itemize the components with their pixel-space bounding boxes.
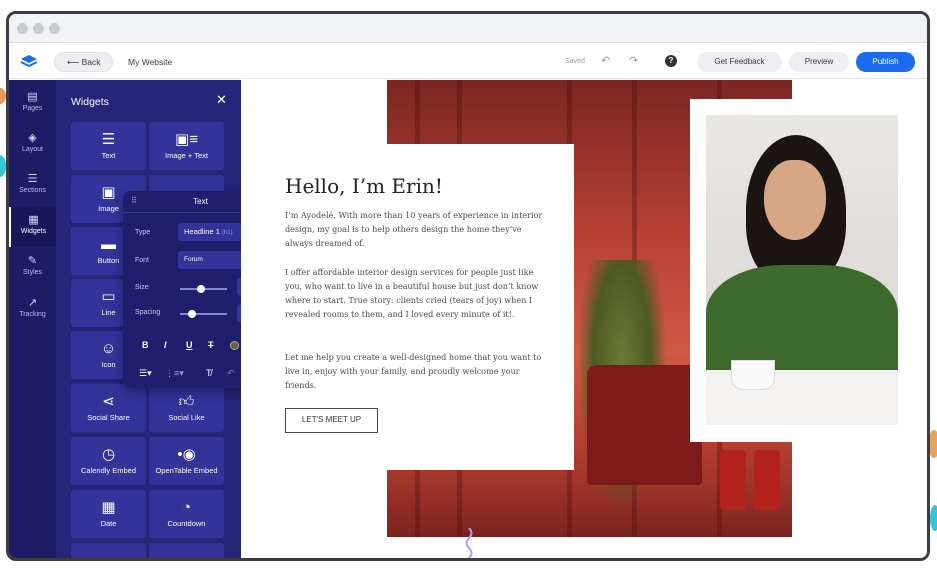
- intro-card: Hello, I’m Erin! I’m Ayodelé. With more …: [274, 144, 574, 470]
- window-chrome: [9, 14, 927, 43]
- type-label: Type: [135, 229, 151, 236]
- decor-teal-blob-right: [930, 505, 937, 531]
- panel-title: Widgets: [71, 96, 109, 108]
- widget-tile-text[interactable]: ☰ Text: [71, 122, 146, 170]
- widget-tile-partial[interactable]: [71, 543, 146, 558]
- rail-item-sections[interactable]: ☰ Sections: [9, 172, 56, 194]
- side-table-shape: [720, 450, 746, 510]
- back-button[interactable]: ⟵ Back: [54, 52, 114, 72]
- rail-item-styles[interactable]: ✎ Styles: [9, 254, 56, 276]
- arrow-left-icon: ⟵: [67, 57, 80, 67]
- opentable-icon: •◉: [177, 446, 196, 463]
- date-icon: ▦: [101, 499, 116, 516]
- calendar-clock-icon: ◷: [101, 446, 116, 463]
- rail-item-pages[interactable]: ▤ Pages: [9, 90, 56, 112]
- type-select-hint: (h1): [221, 230, 233, 236]
- app-logo-icon[interactable]: [20, 54, 38, 73]
- portrait-frame: [690, 99, 921, 442]
- window-dot-minimize[interactable]: [33, 23, 44, 34]
- widget-tile-social-share[interactable]: ⋖ Social Share: [71, 384, 146, 432]
- sections-icon: ☰: [27, 173, 38, 185]
- widget-tile-social-like[interactable]: 👍︎ Social Like: [149, 384, 224, 432]
- redo-icon[interactable]: ↷: [629, 54, 638, 67]
- widget-tile-calendly-embed[interactable]: ◷ Calendly Embed: [71, 437, 146, 485]
- help-icon[interactable]: ?: [665, 55, 677, 67]
- window-dot-maximize[interactable]: [49, 23, 60, 34]
- meet-up-button[interactable]: LET'S MEET UP: [285, 408, 378, 433]
- countdown-icon: ◔: [181, 499, 192, 516]
- widget-tile-image-text[interactable]: ▣≡ Image + Text: [149, 122, 224, 170]
- styles-icon: ✎: [27, 255, 38, 267]
- widget-tile-partial[interactable]: [149, 543, 224, 558]
- page-canvas: Hello, I’m Erin! I’m Ayodelé. With more …: [241, 80, 927, 558]
- intro-paragraph[interactable]: I offer affordable interior design servi…: [285, 265, 550, 321]
- pages-icon: ▤: [27, 91, 38, 103]
- spacing-slider[interactable]: [180, 310, 227, 318]
- widget-tile-opentable-embed[interactable]: •◉ OpenTable Embed: [149, 437, 224, 485]
- text-color-swatch[interactable]: [230, 341, 239, 350]
- publish-button[interactable]: Publish: [856, 52, 915, 72]
- size-slider[interactable]: [180, 285, 227, 293]
- portrait-face: [764, 160, 826, 240]
- undo-icon[interactable]: ↶: [227, 368, 235, 379]
- squiggle-decoration: [465, 528, 473, 558]
- size-label: Size: [135, 284, 149, 291]
- thumbs-up-icon: 👍︎: [178, 393, 195, 410]
- intro-paragraph[interactable]: Let me help you create a well-designed h…: [285, 350, 550, 392]
- side-table-shape: [754, 450, 780, 510]
- save-status: Saved: [565, 58, 585, 65]
- font-label: Font: [135, 257, 150, 264]
- tracking-icon: ↗: [27, 297, 38, 309]
- site-name: My Website: [128, 57, 173, 67]
- intro-paragraph[interactable]: I’m Ayodelé. With more than 10 years of …: [285, 208, 550, 250]
- app-window: ⟵ Back My Website Saved ↶ ↷ ? Get Feedba…: [6, 11, 930, 561]
- rail-item-layout[interactable]: ◈ Layout: [9, 131, 56, 153]
- size-slider-knob[interactable]: [197, 285, 206, 293]
- image-text-icon: ▣≡: [175, 131, 198, 148]
- clear-format-icon[interactable]: T̸: [206, 368, 212, 378]
- left-rail: ▤ Pages ◈ Layout ☰ Sections ▦ Widgets ✎ Style…: [9, 80, 56, 558]
- widget-tile-countdown[interactable]: ◔ Countdown: [149, 490, 224, 538]
- widgets-icon: ▦: [28, 214, 39, 226]
- spacing-label: Spacing: [135, 309, 161, 316]
- undo-icon[interactable]: ↶: [601, 54, 610, 67]
- strikethrough-icon[interactable]: T: [208, 340, 214, 350]
- underline-icon[interactable]: U: [186, 340, 193, 350]
- portrait-photo: [706, 115, 898, 425]
- type-select-value: Headline 1: [184, 227, 220, 236]
- back-button-label: Back: [81, 57, 101, 67]
- page-headline[interactable]: Hello, I’m Erin!: [285, 174, 443, 198]
- widget-tile-date[interactable]: ▦ Date: [71, 490, 146, 538]
- editor-topbar: ⟵ Back My Website Saved ↶ ↷ ? Get Feedba…: [9, 43, 927, 79]
- get-feedback-button[interactable]: Get Feedback: [697, 52, 782, 72]
- italic-icon[interactable]: I: [164, 340, 167, 350]
- rail-item-tracking[interactable]: ↗ Tracking: [9, 296, 56, 318]
- font-select-value: Forum: [184, 256, 203, 263]
- layout-icon: ◈: [28, 132, 37, 144]
- text-icon: ☰: [101, 131, 116, 148]
- close-icon[interactable]: ✕: [216, 92, 227, 108]
- preview-button[interactable]: Preview: [789, 52, 849, 72]
- list-icon[interactable]: ⋮≡▾: [165, 368, 184, 379]
- bold-icon[interactable]: B: [142, 340, 149, 350]
- spacing-slider-knob[interactable]: [187, 310, 196, 318]
- window-dot-close[interactable]: [17, 23, 28, 34]
- armchair-shape: [587, 365, 702, 485]
- rail-item-widgets[interactable]: ▦ Widgets: [9, 207, 56, 247]
- portrait-cup: [731, 360, 775, 390]
- share-icon: ⋖: [102, 393, 115, 410]
- align-left-icon[interactable]: ☰▾: [139, 368, 152, 379]
